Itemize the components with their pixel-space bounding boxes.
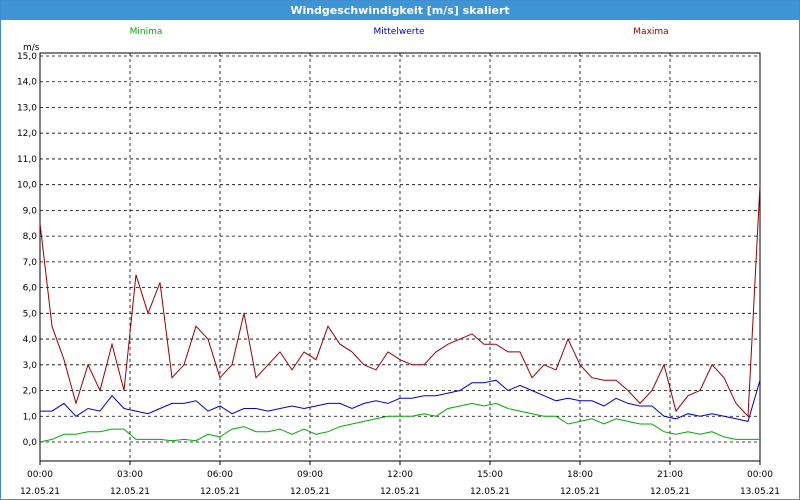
y-tick-label: 4,0: [23, 335, 38, 345]
y-tick-label: 11,0: [17, 155, 37, 165]
y-axis-unit-label: m/s: [23, 43, 40, 53]
x-tick-time: 00:00: [27, 470, 53, 480]
y-tick-label: 3,0: [23, 361, 38, 371]
window-title: Windgeschwindigkeit [m/s] skaliert: [1, 1, 799, 20]
y-tick-label: 13,0: [17, 103, 37, 113]
y-tick-label: 12,0: [17, 129, 37, 139]
x-tick-date: 12.05.21: [110, 487, 150, 497]
x-tick-time: 03:00: [117, 470, 143, 480]
y-tick-label: 2,0: [23, 387, 38, 397]
y-tick-label: 7,0: [23, 258, 38, 268]
x-tick-date: 12.05.21: [470, 487, 510, 497]
y-tick-label: 6,0: [23, 284, 38, 294]
x-tick-date: 12.05.21: [290, 487, 330, 497]
x-tick-date: 12.05.21: [560, 487, 600, 497]
vertical-gridlines: [129, 53, 671, 461]
legend-item-maxima: Maxima: [633, 27, 668, 37]
x-tick-time: 15:00: [477, 470, 503, 480]
wind-speed-chart: 0,0 1,0 2,0 3,0 4,0 5,0 6,0 7,0 8,0 9,0 10,0 11,0 12…: [17, 27, 780, 497]
y-tick-label: 1,0: [23, 412, 38, 422]
y-tick-label: 9,0: [23, 206, 38, 216]
x-tick-date: 12.05.21: [380, 487, 420, 497]
x-tick-date: 12.05.21: [200, 487, 240, 497]
x-axis-ticks: 00:00 12.05.21 03:00 12.05.21 06:00 12.05.21 0…: [20, 461, 780, 497]
y-tick-label: 14,0: [17, 78, 37, 88]
x-tick-time: 18:00: [567, 470, 593, 480]
y-tick-label: 5,0: [23, 309, 38, 319]
x-tick-time: 00:00: [747, 470, 773, 480]
y-tick-label: 8,0: [23, 232, 38, 242]
x-tick-time: 21:00: [657, 470, 683, 480]
chart-window: Windgeschwindigkeit [m/s] skaliert 0,0 1,…: [0, 0, 800, 500]
x-tick-date: 12.05.21: [20, 487, 60, 497]
x-tick-date: 13.05.21: [740, 487, 780, 497]
x-tick-date: 12.05.21: [650, 487, 690, 497]
y-axis-ticks: 0,0 1,0 2,0 3,0 4,0 5,0 6,0 7,0 8,0 9,0 10,0 11,0 12…: [17, 52, 37, 448]
legend-item-mittelwerte: Mittelwerte: [373, 27, 424, 37]
legend: Minima Mittelwerte Maxima: [130, 27, 669, 37]
y-tick-label: 15,0: [17, 52, 37, 62]
legend-item-minima: Minima: [130, 27, 163, 37]
x-tick-time: 06:00: [207, 470, 233, 480]
y-tick-label: 10,0: [17, 181, 37, 191]
x-tick-time: 12:00: [387, 470, 413, 480]
y-tick-label: 0,0: [23, 438, 38, 448]
x-tick-time: 09:00: [297, 470, 323, 480]
